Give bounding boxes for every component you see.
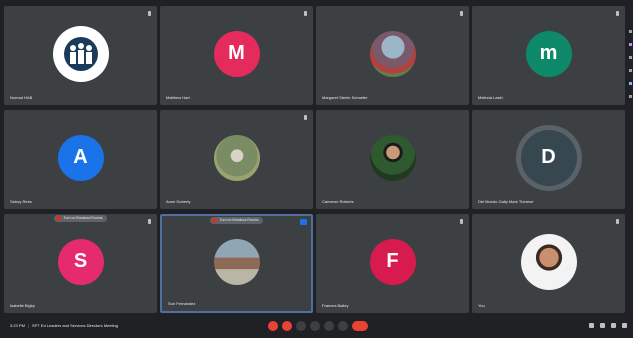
mic-icon <box>304 115 307 120</box>
avatar <box>369 30 416 77</box>
participant-name: Melinda Lasiri <box>478 95 503 100</box>
avatar <box>369 134 416 181</box>
host-controls-icon[interactable] <box>629 82 632 85</box>
status-banner: Turn on Breakout Rooms <box>209 217 264 224</box>
avatar <box>520 233 577 290</box>
participant-tile[interactable]: Turn on Breakout Rooms S Isabelle Bigby <box>4 214 157 313</box>
call-controls <box>268 320 368 332</box>
participant-grid: Nomad HAB M Matthew Hart Margaret Steele… <box>4 6 626 314</box>
banner-text: Turn on Breakout Rooms <box>63 216 103 220</box>
participant-name: Del Mundo Galip Mark Therese <box>478 199 534 204</box>
participant-name: Matthew Hart <box>166 95 190 100</box>
avatar: S <box>57 238 104 285</box>
participant-name: Nomad HAB <box>10 95 33 100</box>
people-icon[interactable] <box>600 323 605 328</box>
participant-tile[interactable]: Anne Doherty <box>160 110 313 209</box>
participant-tile[interactable]: You <box>472 214 625 313</box>
right-controls <box>589 323 627 328</box>
chat-icon[interactable] <box>629 56 632 59</box>
participant-tile[interactable]: Cameron Roberts <box>316 110 469 209</box>
more-options-button[interactable] <box>338 321 348 331</box>
avatar <box>213 238 260 285</box>
mic-off-button[interactable] <box>268 321 278 331</box>
participant-tile[interactable]: D Del Mundo Galip Mark Therese <box>472 110 625 209</box>
participant-name: Isabelle Bigby <box>10 303 35 308</box>
avatar: A <box>57 134 104 181</box>
logo-icon <box>52 25 109 82</box>
raise-hand-button[interactable] <box>310 321 320 331</box>
participant-name: Sun Fernandez <box>168 301 196 306</box>
participant-name: Margaret Steele Schaefer <box>322 95 368 100</box>
participant-tile[interactable]: F Frances Bailey <box>316 214 469 313</box>
breakout-icon[interactable] <box>629 95 632 98</box>
camera-off-button[interactable] <box>282 321 292 331</box>
pin-icon[interactable] <box>300 219 307 225</box>
mic-icon <box>148 11 151 16</box>
info-icon[interactable] <box>589 323 594 328</box>
meeting-details[interactable]: 3:23 PM | SPT Ed Leaders and Services Dire… <box>10 323 118 328</box>
mic-icon <box>616 219 619 224</box>
participant-tile[interactable]: Nomad HAB <box>4 6 157 105</box>
participant-name: Frances Bailey <box>322 303 349 308</box>
record-icon <box>55 216 61 221</box>
participant-name: Cameron Roberts <box>322 199 354 204</box>
status-banner: Turn on Breakout Rooms <box>53 215 108 222</box>
participant-name: You <box>478 303 485 308</box>
meeting-title: SPT Ed Leaders and Services Directors Me… <box>31 323 118 328</box>
present-button[interactable] <box>324 321 334 331</box>
activities-icon[interactable] <box>629 69 632 72</box>
avatar: D <box>520 129 577 186</box>
mic-icon <box>460 11 463 16</box>
side-panel-strip <box>627 30 633 130</box>
info-icon[interactable] <box>629 30 632 33</box>
mic-icon <box>616 11 619 16</box>
participant-name: Sahoy Rees <box>10 199 32 204</box>
mic-icon <box>460 219 463 224</box>
participant-tile[interactable]: Margaret Steele Schaefer <box>316 6 469 105</box>
people-icon[interactable] <box>629 43 632 46</box>
mic-icon <box>148 219 151 224</box>
participant-tile-active[interactable]: Turn on Breakout Rooms Sun Fernandez <box>160 214 313 313</box>
banner-text: Turn on Breakout Rooms <box>219 218 259 222</box>
captions-button[interactable] <box>296 321 306 331</box>
participant-name: Anne Doherty <box>166 199 191 204</box>
participant-tile[interactable]: A Sahoy Rees <box>4 110 157 209</box>
participant-tile[interactable]: M Matthew Hart <box>160 6 313 105</box>
separator: | <box>27 323 29 328</box>
lock-icon[interactable] <box>622 323 627 328</box>
participant-tile[interactable]: m Melinda Lasiri <box>472 6 625 105</box>
avatar: m <box>525 30 572 77</box>
meeting-time: 3:23 PM <box>10 323 25 328</box>
avatar: F <box>369 238 416 285</box>
record-icon <box>211 218 217 223</box>
leave-call-button[interactable] <box>352 321 368 331</box>
mic-icon <box>304 11 307 16</box>
meeting-window: Nomad HAB M Matthew Hart Margaret Steele… <box>0 0 633 338</box>
chat-icon[interactable] <box>611 323 616 328</box>
avatar <box>213 134 260 181</box>
avatar: M <box>213 30 260 77</box>
bottom-toolbar: 3:23 PM | SPT Ed Leaders and Services Dire… <box>0 317 633 338</box>
